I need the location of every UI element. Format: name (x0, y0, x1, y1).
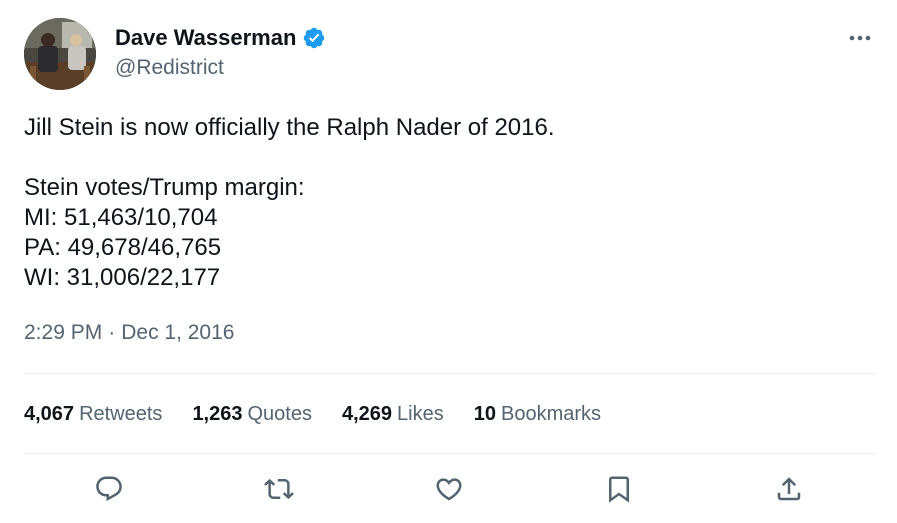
quotes-stat[interactable]: 1,263 Quotes (192, 399, 312, 429)
retweets-count: 4,067 (24, 403, 75, 425)
share-button[interactable] (768, 468, 810, 510)
engagement-stats: 4,067 Retweets 1,263 Quotes 4,269 Likes 10 B… (24, 399, 631, 429)
like-button[interactable] (428, 468, 470, 510)
avatar[interactable] (24, 18, 96, 90)
timestamp-separator: · (108, 321, 116, 344)
tweet-timestamp: 2:29 PM · Dec 1, 2016 (24, 319, 234, 347)
tweet-time-link[interactable]: 2:29 PM (24, 319, 102, 347)
retweets-label: Retweets (79, 403, 163, 425)
bookmarks-count: 10 (473, 403, 496, 425)
quotes-count: 1,263 (192, 403, 243, 425)
tweet-card: Dave Wasserman @Redistrict Jill Stein is… (0, 0, 897, 523)
likes-label: Likes (397, 403, 444, 425)
retweet-button[interactable] (258, 468, 300, 510)
more-options-button[interactable] (842, 24, 878, 52)
reply-button[interactable] (88, 468, 130, 510)
author-handle[interactable]: @Redistrict (115, 55, 224, 81)
tweet-date-link[interactable]: Dec 1, 2016 (121, 319, 234, 347)
likes-stat[interactable]: 4,269 Likes (342, 399, 444, 429)
bookmark-icon (609, 476, 629, 503)
author-name-row: Dave Wasserman (115, 24, 326, 52)
action-bar (0, 468, 897, 510)
heart-icon (436, 478, 462, 501)
bookmarks-stat[interactable]: 10 Bookmarks (474, 399, 601, 429)
reply-icon (96, 476, 122, 502)
retweets-stat[interactable]: 4,067 Retweets (24, 399, 162, 429)
bookmark-button[interactable] (598, 468, 640, 510)
verified-badge-icon[interactable] (302, 26, 326, 50)
tweet-text: Jill Stein is now officially the Ralph N… (24, 114, 555, 291)
divider-bottom (24, 453, 876, 454)
likes-count: 4,269 (341, 403, 393, 425)
bookmarks-label: Bookmarks (501, 403, 602, 425)
share-icon (777, 477, 801, 501)
author-display-name[interactable]: Dave Wasserman (115, 24, 296, 52)
avatar-photo-icon (24, 18, 96, 90)
quotes-label: Quotes (247, 403, 312, 425)
retweet-icon (264, 478, 294, 500)
divider-top (24, 373, 876, 374)
more-dots-icon (849, 35, 871, 41)
